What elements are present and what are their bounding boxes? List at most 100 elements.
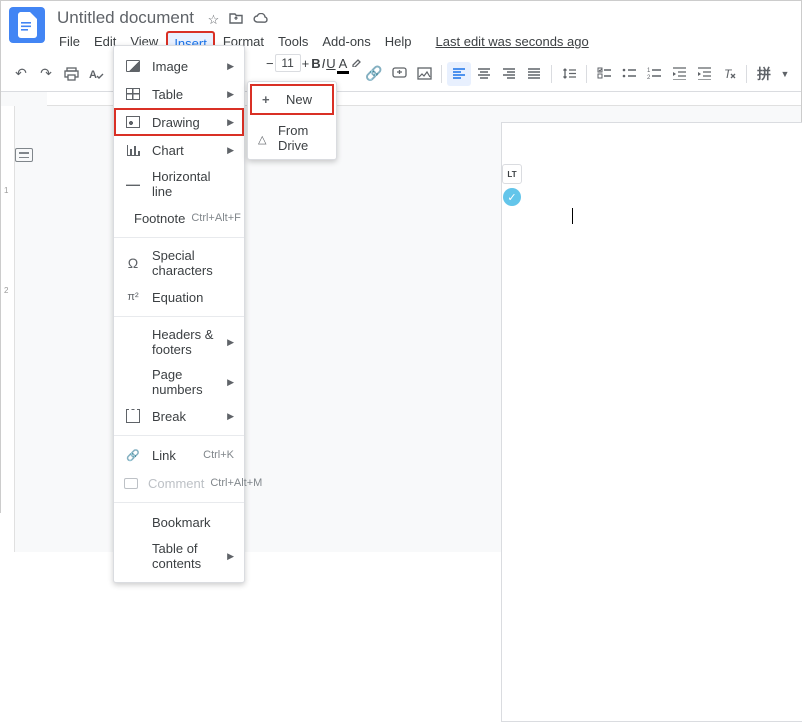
- menu-tools[interactable]: Tools: [272, 31, 314, 56]
- menu-label: Comment: [148, 476, 204, 491]
- ruler-mark: 2: [4, 286, 8, 295]
- menu-label: Table of contents: [152, 541, 221, 571]
- chevron-right-icon: ▶: [227, 89, 234, 100]
- spellcheck-icon[interactable]: A: [84, 62, 108, 86]
- menu-label: Break: [152, 409, 221, 424]
- menu-label: Footnote: [134, 211, 185, 226]
- docs-logo-icon[interactable]: [9, 7, 45, 43]
- insert-link-icon[interactable]: 🔗: [362, 62, 386, 86]
- menu-item-break[interactable]: Break ▶: [114, 402, 244, 430]
- chevron-right-icon: ▶: [227, 551, 234, 562]
- align-left-icon[interactable]: [447, 62, 471, 86]
- menu-item-headers-footers[interactable]: Headers & footers ▶: [114, 322, 244, 362]
- decrease-indent-icon[interactable]: [667, 62, 691, 86]
- menu-item-page-numbers[interactable]: Page numbers ▶: [114, 362, 244, 402]
- align-right-icon[interactable]: [497, 62, 521, 86]
- drawing-submenu: New From Drive: [247, 81, 337, 160]
- cloud-status-icon[interactable]: [253, 12, 269, 28]
- menu-item-image[interactable]: Image ▶: [114, 52, 244, 80]
- increase-indent-icon[interactable]: [692, 62, 716, 86]
- menu-label: Chart: [152, 143, 221, 158]
- menu-label: Bookmark: [152, 515, 234, 530]
- document-title[interactable]: Untitled document: [53, 7, 198, 29]
- comment-icon: [124, 478, 138, 489]
- submenu-label: From Drive: [278, 123, 326, 153]
- checklist-icon[interactable]: [592, 62, 616, 86]
- menu-addons[interactable]: Add-ons: [316, 31, 376, 56]
- insert-dropdown-menu: Image ▶ Table ▶ Drawing ▶ Chart ▶ Horizo…: [113, 45, 245, 583]
- plus-icon: [262, 92, 278, 107]
- submenu-label: New: [286, 92, 312, 107]
- ruler-mark: 1: [4, 186, 8, 195]
- menu-file[interactable]: File: [53, 31, 86, 56]
- move-icon[interactable]: [229, 12, 243, 28]
- drawing-icon: [124, 116, 142, 128]
- clear-formatting-icon[interactable]: T: [717, 62, 741, 86]
- shortcut-label: Ctrl+K: [203, 449, 234, 461]
- chevron-right-icon: ▶: [227, 61, 234, 72]
- svg-text:2: 2: [647, 75, 651, 80]
- submenu-item-from-drive[interactable]: From Drive: [248, 117, 336, 159]
- menu-item-link[interactable]: Link Ctrl+K: [114, 441, 244, 469]
- menu-label: Link: [152, 448, 197, 463]
- print-icon[interactable]: [59, 62, 83, 86]
- extension-badges: LT ✓: [501, 164, 523, 206]
- numbered-list-icon[interactable]: 12: [642, 62, 666, 86]
- menu-label: Page numbers: [152, 367, 221, 397]
- document-page[interactable]: [501, 122, 802, 722]
- check-status-icon[interactable]: ✓: [503, 188, 521, 206]
- svg-text:1: 1: [647, 68, 651, 74]
- menu-item-bookmark[interactable]: Bookmark: [114, 508, 244, 536]
- menu-label: Image: [152, 59, 221, 74]
- menu-item-special-characters[interactable]: Special characters: [114, 243, 244, 283]
- shortcut-label: Ctrl+Alt+F: [191, 212, 241, 224]
- line-spacing-icon[interactable]: [557, 62, 581, 86]
- insert-image-icon[interactable]: [412, 62, 436, 86]
- table-icon: [124, 88, 142, 100]
- chevron-right-icon: ▶: [227, 411, 234, 422]
- omega-icon: [124, 255, 142, 271]
- image-icon: [124, 60, 142, 72]
- menu-label: Equation: [152, 290, 234, 305]
- menu-item-table[interactable]: Table ▶: [114, 80, 244, 108]
- separator: [441, 65, 442, 83]
- menu-help[interactable]: Help: [379, 31, 418, 56]
- menu-label: Horizontal line: [152, 169, 234, 199]
- chevron-right-icon: ▶: [227, 337, 234, 348]
- redo-icon[interactable]: ↷: [34, 62, 58, 86]
- menu-separator: [114, 502, 244, 503]
- align-center-icon[interactable]: [472, 62, 496, 86]
- text-cursor: [572, 208, 573, 224]
- input-tools-icon[interactable]: 拼: [752, 62, 776, 86]
- star-icon[interactable]: ☆: [208, 12, 220, 28]
- separator: [551, 65, 552, 83]
- menu-item-footnote[interactable]: Footnote Ctrl+Alt+F: [114, 204, 244, 232]
- undo-icon[interactable]: ↶: [9, 62, 33, 86]
- submenu-item-new[interactable]: New: [250, 84, 334, 115]
- link-icon: [124, 449, 142, 462]
- align-justify-icon[interactable]: [522, 62, 546, 86]
- menu-label: Drawing: [152, 115, 221, 130]
- menu-separator: [114, 435, 244, 436]
- menu-item-table-of-contents[interactable]: Table of contents ▶: [114, 536, 244, 576]
- break-icon: [124, 409, 142, 423]
- menu-label: Table: [152, 87, 221, 102]
- menu-item-drawing[interactable]: Drawing ▶: [114, 108, 244, 136]
- menu-item-horizontal-line[interactable]: Horizontal line: [114, 164, 244, 204]
- input-tools-dropdown-icon[interactable]: ▼: [777, 62, 793, 86]
- drive-icon: [258, 131, 270, 146]
- menu-item-chart[interactable]: Chart ▶: [114, 136, 244, 164]
- horizontal-line-icon: [124, 176, 142, 192]
- outline-icon[interactable]: [15, 148, 33, 162]
- chevron-right-icon: ▶: [227, 377, 234, 388]
- chart-icon: [124, 145, 142, 156]
- language-tool-icon[interactable]: LT: [502, 164, 522, 184]
- svg-text:A: A: [89, 69, 97, 81]
- menu-label: Special characters: [152, 248, 234, 278]
- add-comment-icon[interactable]: [387, 62, 411, 86]
- bulleted-list-icon[interactable]: [617, 62, 641, 86]
- menu-item-equation[interactable]: Equation: [114, 283, 244, 311]
- vertical-ruler[interactable]: 1 2: [1, 106, 15, 552]
- last-edit-link[interactable]: Last edit was seconds ago: [430, 31, 595, 56]
- separator: [746, 65, 747, 83]
